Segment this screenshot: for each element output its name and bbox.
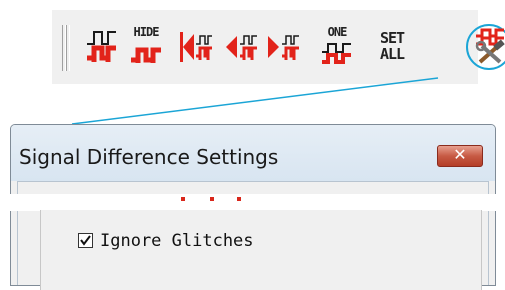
all-label: ALL xyxy=(379,45,405,63)
next-difference-button[interactable] xyxy=(265,22,303,74)
set-label: SET xyxy=(379,29,405,47)
previous-difference-button[interactable] xyxy=(224,22,260,74)
dialog-titlebar[interactable]: Signal Difference Settings ✕ xyxy=(11,125,495,181)
one-signal-button[interactable]: ONE xyxy=(318,22,356,74)
close-icon: ✕ xyxy=(453,147,467,164)
set-all-button[interactable]: SET ALL xyxy=(370,22,414,74)
dialog-title: Signal Difference Settings xyxy=(19,145,279,169)
ellipsis-dot xyxy=(181,197,185,201)
signal-pulse-icon xyxy=(87,31,116,62)
settings-button[interactable] xyxy=(470,26,505,70)
ignore-glitches-label: Ignore Glitches xyxy=(100,231,254,251)
hide-signal-button[interactable]: HIDE xyxy=(127,22,165,74)
hide-signal-icon xyxy=(131,47,161,63)
previous-difference-icon xyxy=(226,35,257,60)
signal-toolbar: HIDE ONE SET ALL xyxy=(52,10,505,84)
checkmark-icon xyxy=(80,235,91,246)
signal-pulse-button[interactable] xyxy=(84,22,118,74)
ellipsis-dot xyxy=(210,197,214,201)
next-difference-icon xyxy=(268,35,299,60)
ellipsis-dot xyxy=(237,197,241,201)
toolbar-grip-icon[interactable] xyxy=(66,25,70,71)
omitted-section-gap xyxy=(0,194,505,211)
first-difference-icon xyxy=(180,32,212,62)
one-signal-icon xyxy=(322,43,351,64)
settings-tools-icon xyxy=(475,28,505,64)
close-button[interactable]: ✕ xyxy=(437,145,483,167)
first-difference-button[interactable] xyxy=(178,22,214,74)
ignore-glitches-checkbox[interactable] xyxy=(78,233,93,248)
